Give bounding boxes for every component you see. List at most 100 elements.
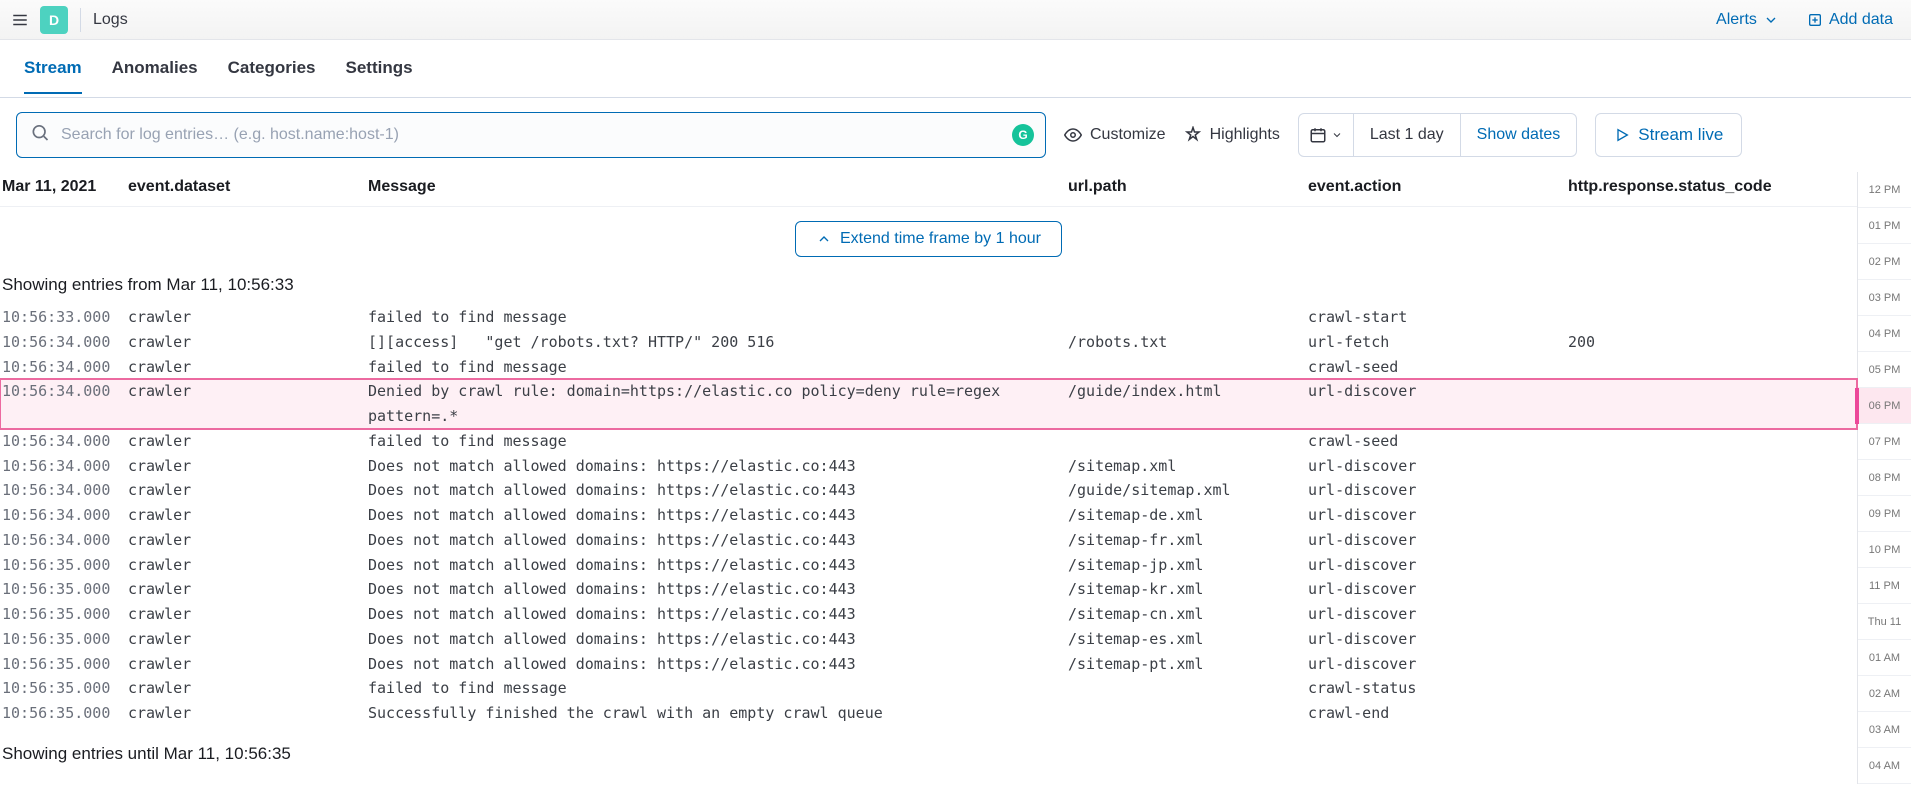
hamburger-icon [11, 11, 29, 29]
log-row[interactable]: 10:56:34.000crawlerfailed to find messag… [0, 429, 1857, 454]
log-time: 10:56:35.000 [0, 627, 128, 652]
stream-live-button[interactable]: Stream live [1595, 113, 1742, 157]
log-row[interactable]: 10:56:35.000crawlerfailed to find messag… [0, 676, 1857, 701]
chevron-up-icon [816, 231, 832, 247]
log-action: crawl-seed [1308, 355, 1568, 380]
log-url: /sitemap-jp.xml [1068, 553, 1308, 578]
minimap-tick[interactable]: 04 PM [1858, 316, 1911, 352]
log-row[interactable]: 10:56:35.000crawlerDoes not match allowe… [0, 627, 1857, 652]
extend-timeframe-button[interactable]: Extend time frame by 1 hour [795, 221, 1062, 257]
show-dates-button[interactable]: Show dates [1460, 114, 1577, 156]
log-url: /guide/sitemap.xml [1068, 478, 1308, 503]
log-message: Does not match allowed domains: https://… [368, 478, 1068, 503]
tab-stream[interactable]: Stream [24, 58, 82, 94]
log-status [1568, 478, 1788, 503]
log-message: Does not match allowed domains: https://… [368, 577, 1068, 602]
col-dataset: event.dataset [128, 178, 368, 196]
log-status [1568, 652, 1788, 677]
customize-button[interactable]: Customize [1064, 126, 1166, 144]
minimap-tick[interactable]: 08 PM [1858, 460, 1911, 496]
log-row[interactable]: 10:56:34.000crawlerfailed to find messag… [0, 355, 1857, 380]
minimap-tick[interactable]: 10 PM [1858, 532, 1911, 568]
log-row[interactable]: 10:56:33.000crawlerfailed to find messag… [0, 305, 1857, 330]
minimap-tick[interactable]: 02 AM [1858, 676, 1911, 712]
log-time: 10:56:34.000 [0, 478, 128, 503]
log-row[interactable]: 10:56:35.000crawlerDoes not match allowe… [0, 553, 1857, 578]
minimap-tick[interactable]: 09 PM [1858, 496, 1911, 532]
add-data-link[interactable]: Add data [1797, 11, 1903, 29]
log-dataset: crawler [128, 528, 368, 553]
minimap-tick[interactable]: 02 PM [1858, 244, 1911, 280]
tab-categories[interactable]: Categories [228, 58, 316, 94]
log-url [1068, 701, 1308, 726]
showing-until-text: Showing entries until Mar 11, 10:56:35 [0, 726, 1857, 774]
log-dataset: crawler [128, 676, 368, 701]
minimap-tick[interactable]: 03 PM [1858, 280, 1911, 316]
log-action: url-discover [1308, 627, 1568, 652]
tab-settings[interactable]: Settings [346, 58, 413, 94]
play-icon [1614, 127, 1630, 143]
log-row[interactable]: 10:56:34.000crawlerDoes not match allowe… [0, 528, 1857, 553]
log-dataset: crawler [128, 701, 368, 726]
log-status [1568, 503, 1788, 528]
minimap-tick[interactable]: 01 PM [1858, 208, 1911, 244]
breadcrumb[interactable]: Logs [93, 11, 128, 29]
log-message: Does not match allowed domains: https://… [368, 602, 1068, 627]
log-time: 10:56:35.000 [0, 701, 128, 726]
log-status [1568, 676, 1788, 701]
log-message: Successfully finished the crawl with an … [368, 701, 1068, 726]
log-url: /sitemap-cn.xml [1068, 602, 1308, 627]
log-action: url-fetch [1308, 330, 1568, 355]
alerts-menu[interactable]: Alerts [1706, 11, 1789, 29]
log-row[interactable]: 10:56:34.000crawlerDoes not match allowe… [0, 454, 1857, 479]
nav-menu-button[interactable] [8, 8, 32, 32]
grammarly-icon: G [1012, 124, 1034, 146]
log-row[interactable]: 10:56:35.000crawlerDoes not match allowe… [0, 577, 1857, 602]
log-row[interactable]: 10:56:35.000crawlerDoes not match allowe… [0, 652, 1857, 677]
chevron-down-icon [1763, 12, 1779, 28]
highlights-button[interactable]: Highlights [1184, 126, 1280, 144]
time-minimap[interactable]: 12 PM01 PM02 PM03 PM04 PM05 PM06 PM07 PM… [1857, 172, 1911, 784]
log-dataset: crawler [128, 379, 368, 429]
log-message: Does not match allowed domains: https://… [368, 528, 1068, 553]
log-row[interactable]: 10:56:35.000crawlerDoes not match allowe… [0, 602, 1857, 627]
log-row[interactable]: 10:56:34.000crawlerDoes not match allowe… [0, 503, 1857, 528]
log-status [1568, 355, 1788, 380]
minimap-tick[interactable]: 07 PM [1858, 424, 1911, 460]
log-row[interactable]: 10:56:34.000crawlerDoes not match allowe… [0, 478, 1857, 503]
minimap-tick[interactable]: 06 PM [1858, 388, 1911, 424]
log-status [1568, 627, 1788, 652]
log-message: failed to find message [368, 429, 1068, 454]
log-message: failed to find message [368, 355, 1068, 380]
log-dataset: crawler [128, 330, 368, 355]
minimap-tick[interactable]: Thu 11 [1858, 604, 1911, 640]
minimap-tick[interactable]: 01 AM [1858, 640, 1911, 676]
log-action: url-discover [1308, 503, 1568, 528]
log-action: url-discover [1308, 577, 1568, 602]
search-input[interactable] [16, 112, 1046, 158]
add-data-icon [1807, 12, 1823, 28]
log-row[interactable]: 10:56:34.000crawler[][access] "get /robo… [0, 330, 1857, 355]
log-row[interactable]: 10:56:35.000crawlerSuccessfully finished… [0, 701, 1857, 726]
log-action: crawl-end [1308, 701, 1568, 726]
minimap-tick[interactable]: 03 AM [1858, 712, 1911, 748]
app-badge[interactable]: D [40, 6, 68, 34]
minimap-tick[interactable]: 04 AM [1858, 748, 1911, 784]
page-tabs: Stream Anomalies Categories Settings [0, 40, 1911, 98]
tab-anomalies[interactable]: Anomalies [112, 58, 198, 94]
log-action: url-discover [1308, 553, 1568, 578]
calendar-button[interactable] [1299, 114, 1354, 156]
minimap-tick[interactable]: 05 PM [1858, 352, 1911, 388]
log-row[interactable]: 10:56:34.000crawlerDenied by crawl rule:… [0, 379, 1857, 429]
log-url [1068, 355, 1308, 380]
minimap-tick[interactable]: 12 PM [1858, 172, 1911, 208]
calendar-icon [1309, 126, 1327, 144]
log-url: /sitemap-fr.xml [1068, 528, 1308, 553]
log-action: url-discover [1308, 602, 1568, 627]
date-picker[interactable]: Last 1 day Show dates [1298, 113, 1577, 157]
log-url: /guide/index.html [1068, 379, 1308, 429]
col-url: url.path [1068, 178, 1308, 196]
minimap-tick[interactable]: 11 PM [1858, 568, 1911, 604]
log-action: url-discover [1308, 528, 1568, 553]
log-url: /robots.txt [1068, 330, 1308, 355]
